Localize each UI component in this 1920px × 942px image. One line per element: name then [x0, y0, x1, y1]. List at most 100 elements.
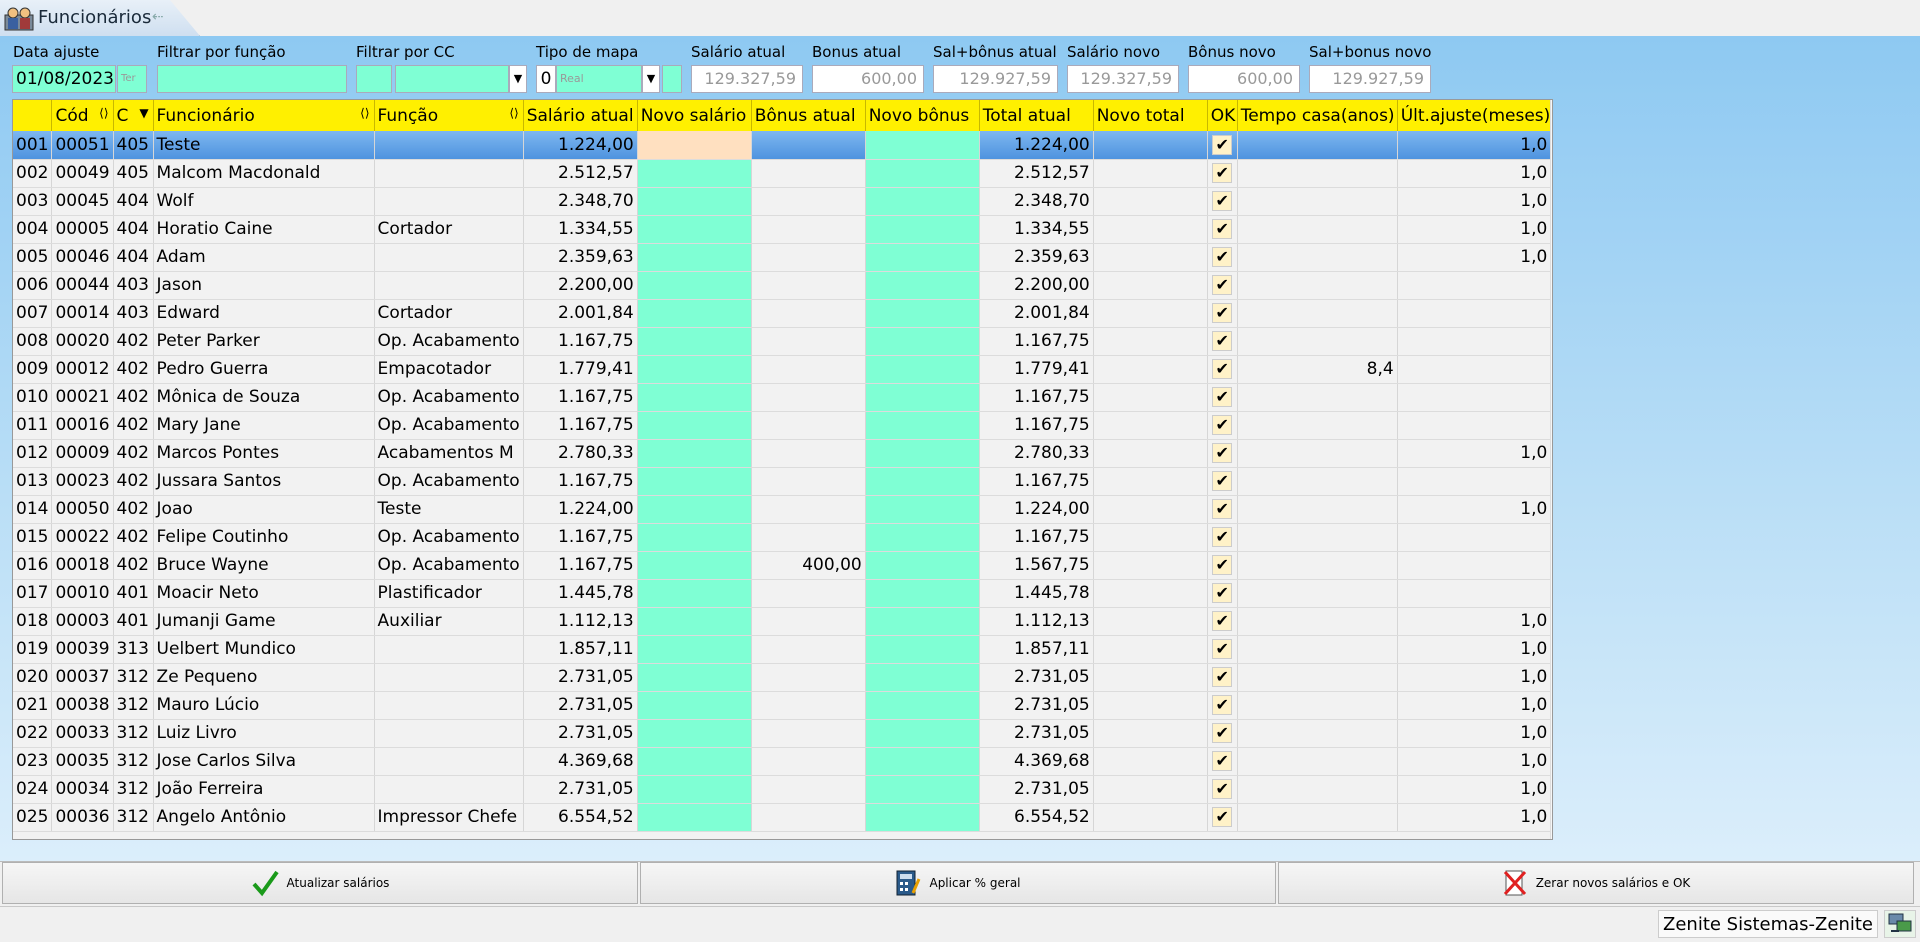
cell-novo-bonus[interactable]	[865, 523, 980, 552]
cell-novo-bonus[interactable]	[865, 187, 980, 216]
cell-novo-salario[interactable]	[637, 299, 752, 328]
cell-novo-salario[interactable]	[637, 775, 752, 804]
table-row[interactable]: 025 00036 312 Angelo Antônio Impressor Chefe…	[13, 803, 1552, 832]
cell-novo-bonus[interactable]	[865, 691, 980, 720]
cell-novo-salario[interactable]	[637, 607, 752, 636]
sort-icon[interactable]: ⟨⟩	[99, 106, 108, 120]
cell-ok[interactable]: ✔	[1207, 607, 1238, 636]
cell-ok[interactable]: ✔	[1207, 523, 1238, 552]
ok-checkbox[interactable]: ✔	[1212, 219, 1233, 239]
table-row[interactable]: 024 00034 312 João Ferreira 2.731,05 2.731,05…	[13, 775, 1552, 804]
cell-novo-salario[interactable]	[637, 523, 752, 552]
ok-checkbox[interactable]: ✔	[1212, 303, 1233, 323]
cell-ok[interactable]: ✔	[1207, 803, 1238, 832]
table-row[interactable]: 006 00044 403 Jason 2.200,00 2.200,00 ✔	[13, 271, 1552, 300]
cell-novo-bonus[interactable]	[865, 411, 980, 440]
cell-novo-bonus[interactable]	[865, 663, 980, 692]
cell-novo-salario[interactable]	[637, 467, 752, 496]
column-header-total-atual[interactable]: Total atual	[979, 100, 1094, 131]
ok-checkbox[interactable]: ✔	[1212, 807, 1233, 827]
cell-novo-bonus[interactable]	[865, 467, 980, 496]
aplicar-percentual-geral-button[interactable]: Aplicar % geral	[640, 862, 1276, 904]
cell-novo-bonus[interactable]	[865, 607, 980, 636]
ok-checkbox[interactable]: ✔	[1212, 555, 1233, 575]
ok-checkbox[interactable]: ✔	[1212, 723, 1233, 743]
cell-novo-salario[interactable]	[637, 411, 752, 440]
ok-checkbox[interactable]: ✔	[1212, 471, 1233, 491]
ok-checkbox[interactable]: ✔	[1212, 667, 1233, 687]
cell-ok[interactable]: ✔	[1207, 635, 1238, 664]
cell-novo-salario[interactable]	[637, 439, 752, 468]
table-row[interactable]: 018 00003 401 Jumanji Game Auxiliar 1.112,13 1…	[13, 607, 1552, 636]
cell-novo-bonus[interactable]	[865, 803, 980, 832]
cell-novo-bonus[interactable]	[865, 719, 980, 748]
column-header-tempo-casa[interactable]: Tempo casa(anos)	[1237, 100, 1398, 131]
cell-novo-salario[interactable]	[637, 803, 752, 832]
column-header-ok[interactable]: OK	[1207, 100, 1238, 131]
cell-ok[interactable]: ✔	[1207, 579, 1238, 608]
table-row[interactable]: 007 00014 403 Edward Cortador 2.001,84 2.001,8…	[13, 299, 1552, 328]
table-row[interactable]: 013 00023 402 Jussara Santos Op. Acabamento 1…	[13, 467, 1552, 496]
ok-checkbox[interactable]: ✔	[1212, 583, 1233, 603]
ok-checkbox[interactable]: ✔	[1212, 387, 1233, 407]
cell-novo-salario[interactable]	[637, 663, 752, 692]
cell-novo-bonus[interactable]	[865, 215, 980, 244]
ok-checkbox[interactable]: ✔	[1212, 527, 1233, 547]
column-header-row-number[interactable]	[13, 100, 53, 131]
arrow-left-icon[interactable]: ⇠	[152, 9, 164, 25]
table-row[interactable]: 017 00010 401 Moacir Neto Plastificador 1.445…	[13, 579, 1552, 608]
table-row[interactable]: 002 00049 405 Malcom Macdonald 2.512,57 2.512…	[13, 159, 1552, 188]
grid-vertical-scrollbar[interactable]: ︿ ﹀	[1550, 100, 1552, 839]
cell-ok[interactable]: ✔	[1207, 467, 1238, 496]
table-row[interactable]: 009 00012 402 Pedro Guerra Empacotador 1.779,…	[13, 355, 1552, 384]
cell-ok[interactable]: ✔	[1207, 411, 1238, 440]
cell-novo-salario[interactable]	[637, 215, 752, 244]
cell-novo-salario[interactable]	[637, 551, 752, 580]
ok-checkbox[interactable]: ✔	[1212, 359, 1233, 379]
column-header-cod[interactable]: Cód ⟨⟩	[51, 100, 114, 131]
cell-novo-bonus[interactable]	[865, 327, 980, 356]
ok-checkbox[interactable]: ✔	[1212, 163, 1233, 183]
ok-checkbox[interactable]: ✔	[1212, 191, 1233, 211]
ok-checkbox[interactable]: ✔	[1212, 779, 1233, 799]
table-row[interactable]: 015 00022 402 Felipe Coutinho Op. Acabamento…	[13, 523, 1552, 552]
sort-icon[interactable]: ⟨⟩	[509, 106, 518, 120]
data-ajuste-input[interactable]: 01/08/2023	[12, 65, 116, 93]
zerar-novos-salarios-button[interactable]: Zerar novos salários e OK	[1278, 862, 1914, 904]
table-row[interactable]: 011 00016 402 Mary Jane Op. Acabamento 1.167,…	[13, 411, 1552, 440]
column-header-novo-total[interactable]: Novo total	[1093, 100, 1208, 131]
filtrar-funcao-input[interactable]	[157, 65, 347, 93]
cell-ok[interactable]: ✔	[1207, 299, 1238, 328]
atualizar-salarios-button[interactable]: Atualizar salários	[2, 862, 638, 904]
table-row[interactable]: 008 00020 402 Peter Parker Op. Acabamento 1.1…	[13, 327, 1552, 356]
table-row[interactable]: 014 00050 402 Joao Teste 1.224,00 1.224,00 ✔ 1,0	[13, 495, 1552, 524]
ok-checkbox[interactable]: ✔	[1212, 134, 1233, 155]
cell-ok[interactable]: ✔	[1207, 747, 1238, 776]
table-row[interactable]: 020 00037 312 Ze Pequeno 2.731,05 2.731,05 ✔ 1,…	[13, 663, 1552, 692]
ok-checkbox[interactable]: ✔	[1212, 639, 1233, 659]
column-header-ult-ajuste[interactable]: Últ.ajuste(meses)	[1397, 100, 1552, 131]
cell-novo-bonus[interactable]	[865, 775, 980, 804]
cell-ok[interactable]: ✔	[1207, 663, 1238, 692]
sort-icon[interactable]: ⟨⟩	[360, 106, 369, 120]
cell-ok[interactable]: ✔	[1207, 551, 1238, 580]
employees-grid[interactable]: Cód ⟨⟩ C ▼ Funcionário ⟨⟩ Função ⟨⟩ Salário atua…	[12, 99, 1553, 840]
column-header-novo-bonus[interactable]: Novo bônus	[865, 100, 980, 131]
cell-ok[interactable]: ✔	[1207, 131, 1238, 160]
column-header-bonus-atual[interactable]: Bônus atual	[751, 100, 866, 131]
cell-novo-bonus[interactable]	[865, 159, 980, 188]
table-row[interactable]: 010 00021 402 Mônica de Souza Op. Acabamento…	[13, 383, 1552, 412]
cell-novo-bonus[interactable]	[865, 747, 980, 776]
cell-ok[interactable]: ✔	[1207, 243, 1238, 272]
ok-checkbox[interactable]: ✔	[1212, 611, 1233, 631]
table-row[interactable]: 022 00033 312 Luiz Livro 2.731,05 2.731,05 ✔ 1,…	[13, 719, 1552, 748]
ok-checkbox[interactable]: ✔	[1212, 499, 1233, 519]
ok-checkbox[interactable]: ✔	[1212, 331, 1233, 351]
table-row[interactable]: 003 00045 404 Wolf 2.348,70 2.348,70 ✔ 1,0	[13, 187, 1552, 216]
filtrar-cc-input[interactable]	[395, 65, 509, 93]
cell-novo-bonus[interactable]	[865, 383, 980, 412]
column-header-funcionario[interactable]: Funcionário ⟨⟩	[153, 100, 375, 131]
tipo-mapa-chevron-down-icon[interactable]: ▼	[642, 65, 660, 93]
cell-novo-bonus[interactable]	[865, 355, 980, 384]
cc-dropdown-chevron-down-icon[interactable]: ▼	[509, 65, 527, 93]
